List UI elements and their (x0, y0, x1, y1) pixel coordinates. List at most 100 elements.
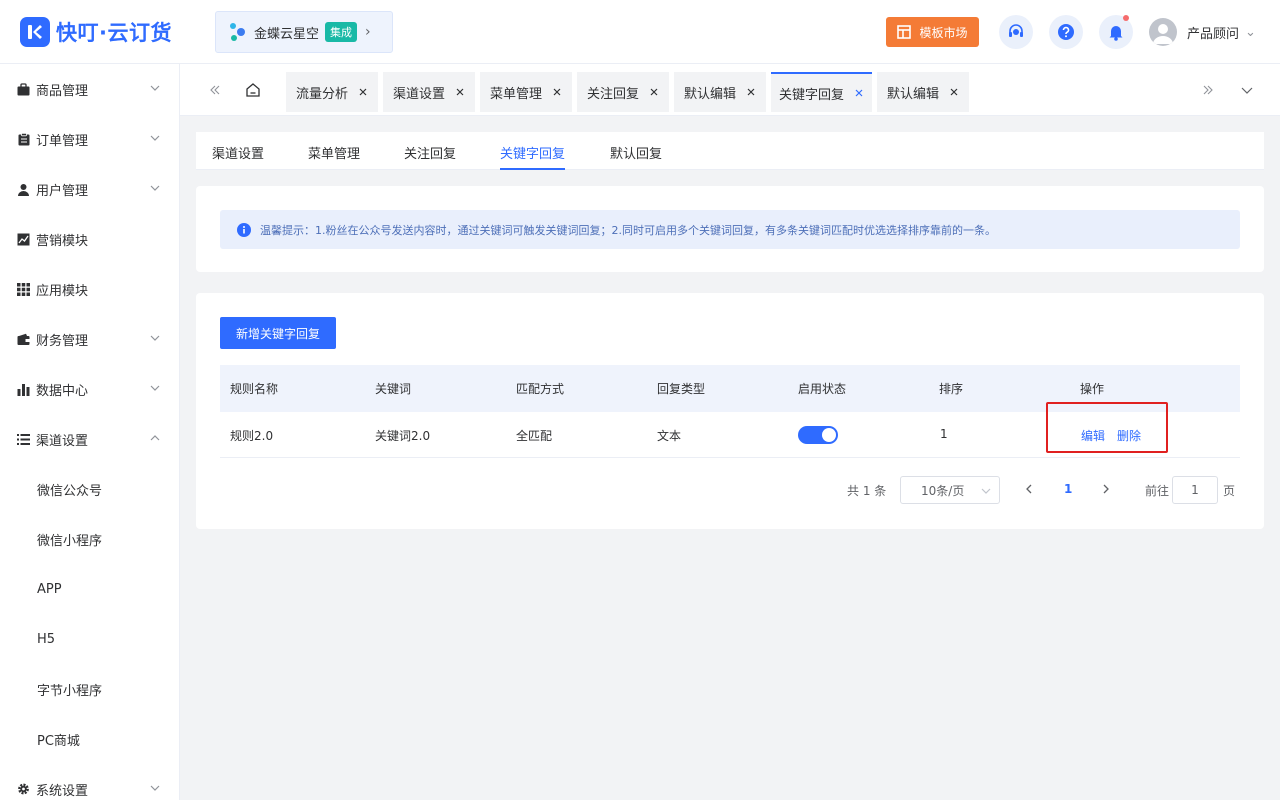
chevron-down-icon (150, 85, 160, 91)
clipboard-icon (17, 132, 30, 146)
sidebar-item-system-settings[interactable]: 系统设置 (0, 764, 179, 800)
page-unit-label: 页 (1223, 484, 1236, 498)
highlight-box (1046, 402, 1168, 453)
close-icon[interactable] (649, 87, 659, 97)
reply-type-cell: 文本 (657, 429, 682, 443)
sidebar-item-marketing[interactable]: 营销模块 (0, 214, 179, 264)
goto-page-input[interactable] (1172, 476, 1218, 504)
notifications-button[interactable] (1099, 15, 1133, 49)
user-name: 产品顾问 (1187, 26, 1240, 42)
keyword-table-card: 新增关键字回复 规则名称 关键词 匹配方式 回复类型 启用状态 排序 操作 规则… (196, 293, 1264, 529)
tab-menu-management[interactable]: 菜单管理 (480, 72, 572, 112)
chevron-down-icon (150, 785, 160, 791)
partner-integration[interactable]: 金蝶云星空 集成 › (215, 11, 393, 53)
info-icon (237, 222, 251, 237)
current-page[interactable]: 1 (1064, 482, 1072, 496)
subtab-channel-settings[interactable]: 渠道设置 (212, 143, 264, 170)
tab-default-edit[interactable]: 默认编辑 (674, 72, 766, 112)
grid-icon (17, 282, 30, 296)
partner-name: 金蝶云星空 (254, 26, 320, 42)
close-icon[interactable] (455, 87, 465, 97)
keyword-cell: 关键词2.0 (375, 429, 431, 443)
top-header: 快叮·云订货 金蝶云星空 集成 › 模板市场 产品顾问 ⌄ (0, 0, 1280, 64)
chevron-down-icon (150, 335, 160, 341)
headset-icon (1009, 24, 1023, 37)
goto-label: 前往 (1145, 484, 1170, 498)
pagination: 共 1 条 10条/页 1 前往 页 (196, 476, 1264, 504)
user-menu[interactable]: 产品顾问 ⌄ (1149, 18, 1256, 46)
sidebar-subitem-h5[interactable]: H5 (0, 614, 179, 664)
app-logo[interactable]: 快叮·云订货 (20, 16, 172, 48)
integration-badge: 集成 (325, 22, 358, 42)
tab-channel-settings[interactable]: 渠道设置 (383, 72, 475, 112)
prev-page-button[interactable] (1023, 483, 1035, 495)
sidebar-item-products[interactable]: 商品管理 (0, 64, 179, 114)
match-mode-cell: 全匹配 (516, 429, 553, 443)
column-header: 匹配方式 (516, 382, 565, 396)
notification-dot (1123, 15, 1129, 21)
home-tab-button[interactable] (243, 80, 263, 100)
column-header: 启用状态 (798, 382, 847, 396)
total-count: 共 1 条 (847, 484, 887, 498)
subtab-keyword-reply[interactable]: 关键字回复 (500, 143, 566, 170)
column-header: 回复类型 (657, 382, 706, 396)
enable-toggle[interactable] (798, 426, 838, 444)
sidebar-item-data-center[interactable]: 数据中心 (0, 364, 179, 414)
tip-banner: 温馨提示：1.粉丝在公众号发送内容时，通过关键词可触发关键词回复；2.同时可启用… (220, 210, 1240, 249)
close-icon[interactable] (746, 87, 756, 97)
chevron-down-icon (981, 488, 991, 494)
help-button[interactable] (1049, 15, 1083, 49)
double-chevron-right-icon (1203, 85, 1213, 95)
sidebar-item-users[interactable]: 用户管理 (0, 164, 179, 214)
wallet-icon (17, 333, 30, 346)
column-header: 操作 (1080, 382, 1105, 396)
sidebar-subitem-pc-mall[interactable]: PC商城 (0, 714, 179, 764)
close-icon[interactable] (358, 87, 368, 97)
tabs-dropdown-button[interactable] (1237, 80, 1257, 100)
chevron-down-icon (150, 135, 160, 141)
tab-default-edit-2[interactable]: 默认编辑 (877, 72, 969, 112)
add-keyword-reply-button[interactable]: 新增关键字回复 (220, 317, 336, 349)
sidebar-subitem-bytedance-miniprogram[interactable]: 字节小程序 (0, 664, 179, 714)
close-icon[interactable] (949, 87, 959, 97)
tabs-scroll-left-button[interactable] (205, 80, 225, 100)
user-avatar-icon (1153, 24, 1173, 44)
tab-keyword-reply[interactable]: 关键字回复 (771, 72, 872, 112)
bar-chart-icon (17, 383, 30, 396)
toggle-knob (822, 428, 836, 442)
subtab-follow-reply[interactable]: 关注回复 (404, 143, 456, 170)
sidebar-subitem-app[interactable]: APP (0, 564, 179, 614)
sidebar-item-orders[interactable]: 订单管理 (0, 114, 179, 164)
sidebar-item-channel-settings[interactable]: 渠道设置 (0, 414, 179, 464)
bag-icon (17, 82, 30, 96)
subtab-menu-management[interactable]: 菜单管理 (308, 143, 360, 170)
tab-traffic-analysis[interactable]: 流量分析 (286, 72, 378, 112)
sidebar-item-apps[interactable]: 应用模块 (0, 264, 179, 314)
chevron-up-icon (150, 435, 160, 441)
template-icon (897, 25, 912, 39)
user-icon (17, 183, 30, 196)
close-icon[interactable] (552, 87, 562, 97)
subtab-default-reply[interactable]: 默认回复 (610, 143, 662, 170)
tip-card: 温馨提示：1.粉丝在公众号发送内容时，通过关键词可触发关键词回复；2.同时可启用… (196, 186, 1264, 272)
template-market-label: 模板市场 (919, 25, 968, 40)
sidebar-item-finance[interactable]: 财务管理 (0, 314, 179, 364)
close-icon[interactable] (854, 88, 864, 98)
next-page-button[interactable] (1100, 483, 1112, 495)
tabs-scroll-right-button[interactable] (1198, 80, 1218, 100)
question-icon (1058, 24, 1074, 40)
chevron-down-icon (150, 185, 160, 191)
chart-line-icon (17, 233, 30, 246)
chevron-down-icon: ⌄ (1245, 24, 1256, 40)
logo-mark-icon (20, 17, 50, 47)
page-size-select[interactable]: 10条/页 (900, 476, 1000, 504)
tip-text: 温馨提示：1.粉丝在公众号发送内容时，通过关键词可触发关键词回复；2.同时可启用… (260, 223, 996, 237)
template-market-button[interactable]: 模板市场 (886, 17, 979, 47)
tab-follow-reply[interactable]: 关注回复 (577, 72, 669, 112)
sidebar: 商品管理 订单管理 用户管理 营销模块 应用模块 财务管理 数据中心 渠道设置 … (0, 64, 180, 800)
subnav-tabs: 渠道设置 菜单管理 关注回复 关键字回复 默认回复 (196, 132, 1264, 170)
double-chevron-left-icon (210, 85, 220, 95)
customer-service-button[interactable] (999, 15, 1033, 49)
sidebar-subitem-wechat-miniprogram[interactable]: 微信小程序 (0, 514, 179, 564)
sidebar-subitem-wechat-official[interactable]: 微信公众号 (0, 464, 179, 514)
